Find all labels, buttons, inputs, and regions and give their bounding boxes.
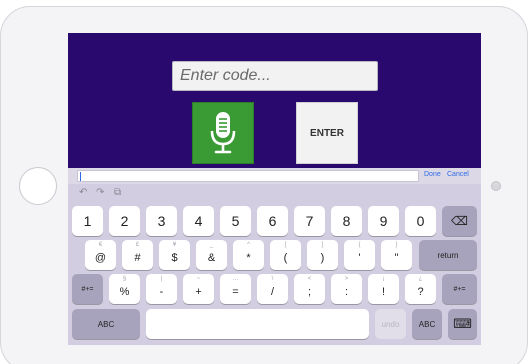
enter-button[interactable]: ENTER — [296, 102, 358, 164]
paste-icon[interactable]: ⧉ — [114, 187, 121, 198]
keyboard-accessory-bar: Done Cancel — [68, 168, 481, 184]
accessory-text-field[interactable] — [77, 170, 419, 182]
key-minus[interactable]: | - — [146, 274, 177, 304]
key-slash[interactable]: \ / — [257, 274, 288, 304]
key-0[interactable]: 0 — [405, 206, 436, 236]
key-5[interactable]: 5 — [220, 206, 251, 236]
hide-keyboard-icon[interactable]: ⌨ — [448, 309, 477, 339]
shift-symbols-right-button[interactable]: #+= — [442, 274, 477, 304]
key-asterisk[interactable]: ^ * — [233, 240, 264, 270]
undo-icon[interactable]: ↶ — [79, 187, 87, 198]
shift-symbols-left-button[interactable]: #+= — [72, 274, 103, 304]
abc-right-button[interactable]: ABC — [412, 309, 442, 339]
key-6[interactable]: 6 — [257, 206, 288, 236]
code-input[interactable] — [172, 61, 378, 91]
shortcut-toolbar: ↶ ↷ ⧉ — [68, 184, 481, 202]
key-question[interactable]: ¿? — [405, 274, 436, 304]
key-8[interactable]: 8 — [331, 206, 362, 236]
key-colon[interactable]: >: — [331, 274, 362, 304]
space-bar[interactable] — [146, 309, 369, 339]
key-equals[interactable]: … = — [220, 274, 251, 304]
key-hash[interactable]: £ # — [122, 240, 153, 270]
backspace-icon[interactable]: ⌫ — [442, 206, 477, 236]
microphone-icon — [210, 112, 236, 154]
key-exclamation[interactable]: ¡! — [368, 274, 399, 304]
home-button[interactable] — [19, 167, 57, 205]
key-4[interactable]: 4 — [183, 206, 214, 236]
undo-button[interactable]: undo — [375, 309, 406, 339]
key-apostrophe[interactable]: {' — [344, 240, 375, 270]
key-at[interactable]: € @ — [85, 240, 116, 270]
app-panel: ENTER — [68, 33, 481, 168]
key-plus[interactable]: ~ + — [183, 274, 214, 304]
key-semicolon[interactable]: <; — [294, 274, 325, 304]
abc-left-button[interactable]: ABC — [72, 309, 140, 339]
key-percent[interactable]: §% — [109, 274, 140, 304]
done-button[interactable]: Done — [424, 171, 441, 178]
text-caret — [80, 172, 81, 181]
key-3[interactable]: 3 — [146, 206, 177, 236]
key-1[interactable]: 1 — [72, 206, 103, 236]
return-button[interactable]: return — [419, 240, 477, 270]
cancel-button[interactable]: Cancel — [447, 171, 469, 178]
key-2[interactable]: 2 — [109, 206, 140, 236]
camera-dot — [491, 181, 501, 191]
redo-icon[interactable]: ↷ — [96, 187, 104, 198]
screen: ENTER Done Cancel ↶ ↷ ⧉ 1 2 3 4 5 6 7 8 … — [68, 33, 481, 345]
key-quote[interactable]: } " — [381, 240, 412, 270]
key-dollar[interactable]: ¥ $ — [159, 240, 190, 270]
on-screen-keyboard: ↶ ↷ ⧉ 1 2 3 4 5 6 7 8 9 0 ⌫ € @ £ # ¥ $ _ & … — [68, 184, 481, 345]
key-ampersand[interactable]: _ & — [196, 240, 227, 270]
key-9[interactable]: 9 — [368, 206, 399, 236]
key-7[interactable]: 7 — [294, 206, 325, 236]
key-right-paren[interactable]: ]) — [307, 240, 338, 270]
key-left-paren[interactable]: [( — [270, 240, 301, 270]
mic-button[interactable] — [192, 102, 254, 164]
